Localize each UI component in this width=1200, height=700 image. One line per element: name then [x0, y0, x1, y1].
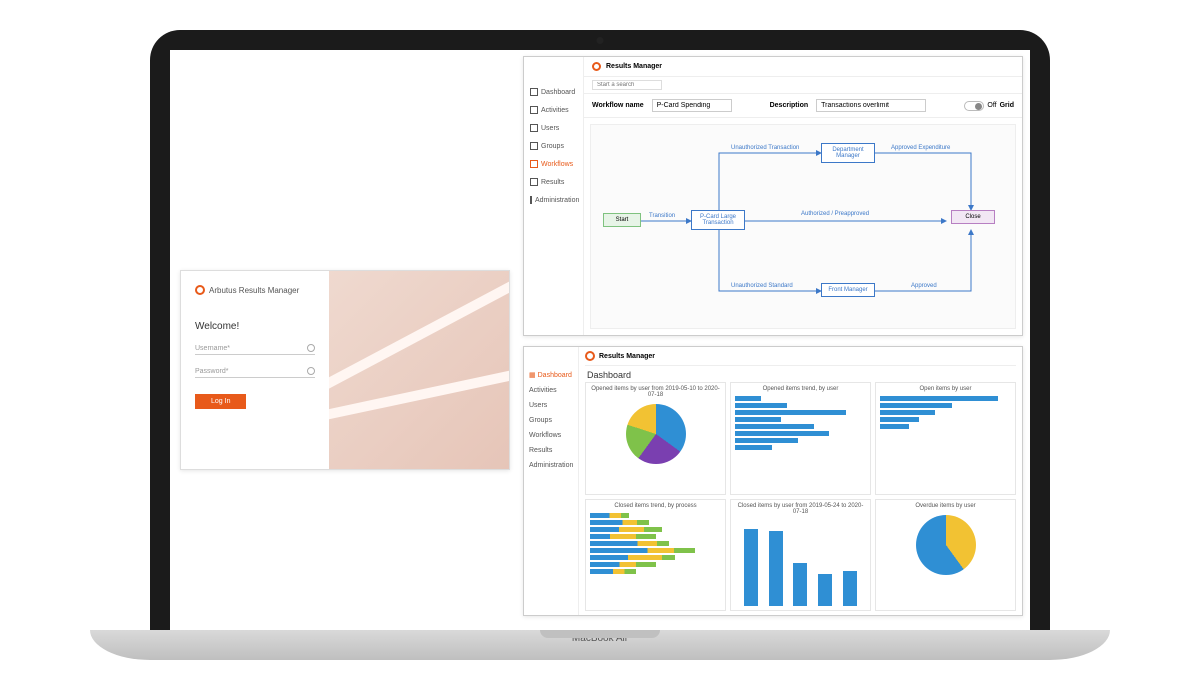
- username-field[interactable]: Username*: [195, 342, 315, 355]
- screen: Arbutus Results Manager Welcome! Usernam…: [170, 50, 1030, 630]
- login-illustration: [329, 271, 509, 469]
- dashboard-header: Results Manager: [585, 351, 1016, 366]
- pie-chart-icon: [626, 404, 686, 464]
- login-button[interactable]: Log In: [195, 394, 246, 409]
- workflows-icon: [530, 160, 538, 168]
- app-title: Results Manager: [606, 63, 662, 70]
- pie-chart-icon: [916, 515, 976, 575]
- trackpad-notch-icon: [540, 630, 660, 638]
- vbar-chart: [735, 517, 866, 609]
- toggle-icon: [964, 101, 984, 111]
- sidebar-item-dashboard[interactable]: Dashboard: [528, 83, 579, 101]
- laptop-frame: Arbutus Results Manager Welcome! Usernam…: [150, 30, 1050, 630]
- node-dept-manager[interactable]: Department Manager: [821, 143, 875, 163]
- wf-desc-label: Description: [770, 102, 809, 109]
- db-sidebar-administration[interactable]: Administration: [527, 458, 575, 473]
- hbar-chart: [735, 394, 866, 492]
- db-sidebar-activities[interactable]: Activities: [527, 383, 575, 398]
- workflow-edges: [591, 125, 1015, 328]
- camera-icon: [597, 37, 604, 44]
- groups-icon: [530, 142, 538, 150]
- brand-icon: [195, 285, 205, 295]
- sidebar-item-users[interactable]: Users: [528, 119, 579, 137]
- laptop-base: MacBook Air: [90, 630, 1110, 660]
- grid-toggle[interactable]: Off Grid: [964, 101, 1014, 111]
- db-sidebar-dashboard[interactable]: ▦Dashboard: [527, 367, 575, 383]
- login-brand: Arbutus Results Manager: [195, 285, 315, 295]
- activities-icon: [530, 106, 538, 114]
- login-window: Arbutus Results Manager Welcome! Usernam…: [180, 270, 510, 470]
- stacked-hbar-chart: [590, 511, 721, 609]
- edge-unauth2: Unauthorized Standard: [731, 283, 793, 289]
- tile-opened-trend[interactable]: Opened items trend, by user: [730, 382, 871, 495]
- edge-auth-pre: Authorized / Preapproved: [801, 211, 869, 217]
- sidebar-item-administration[interactable]: Administration: [528, 191, 579, 209]
- edge-transition: Transition: [649, 213, 675, 219]
- tile-closed-trend[interactable]: Closed items trend, by process: [585, 499, 726, 612]
- node-start[interactable]: Start: [603, 213, 641, 227]
- welcome-heading: Welcome!: [195, 321, 315, 332]
- tile-opened-by-user-pie[interactable]: Opened items by user from 2019-05-10 to …: [585, 382, 726, 495]
- dashboard-icon: [530, 88, 538, 96]
- dashboard-sidebar: ▦Dashboard Activities Users Groups Workf…: [524, 347, 579, 615]
- db-sidebar-groups[interactable]: Groups: [527, 413, 575, 428]
- brand-icon: [585, 351, 595, 361]
- password-field[interactable]: Password*: [195, 365, 315, 378]
- workflow-toolbar: Workflow name Description Off Grid: [584, 94, 1022, 118]
- users-icon: [530, 124, 538, 132]
- sidebar-item-groups[interactable]: Groups: [528, 137, 579, 155]
- brand-text: Arbutus Results Manager: [209, 286, 299, 295]
- username-label: Username*: [195, 345, 230, 352]
- search-input[interactable]: [592, 80, 662, 90]
- sidebar-item-activities[interactable]: Activities: [528, 101, 579, 119]
- tile-overdue-by-user[interactable]: Overdue items by user: [875, 499, 1016, 612]
- workflow-canvas[interactable]: Start P-Card Large Transaction Departmen…: [590, 124, 1016, 329]
- workflow-window: Dashboard Activities Users Groups Workfl…: [523, 56, 1023, 336]
- sidebar-item-workflows[interactable]: Workflows: [528, 155, 579, 173]
- db-sidebar-users[interactable]: Users: [527, 398, 575, 413]
- node-front-manager[interactable]: Front Manager: [821, 283, 875, 297]
- app-title: Results Manager: [599, 353, 655, 360]
- wf-name-label: Workflow name: [592, 102, 644, 109]
- workflow-header: Results Manager: [584, 57, 1022, 77]
- user-icon: [307, 344, 315, 352]
- tile-closed-by-user[interactable]: Closed items by user from 2019-05-24 to …: [730, 499, 871, 612]
- hbar-chart: [880, 394, 1011, 492]
- edge-approved: Approved: [911, 283, 937, 289]
- dashboard-grid: Opened items by user from 2019-05-10 to …: [585, 382, 1016, 611]
- password-label: Password*: [195, 368, 228, 375]
- results-icon: [530, 178, 538, 186]
- wf-desc-input[interactable]: [816, 99, 926, 112]
- db-sidebar-results[interactable]: Results: [527, 443, 575, 458]
- db-sidebar-workflows[interactable]: Workflows: [527, 428, 575, 443]
- workflow-sidebar: Dashboard Activities Users Groups Workfl…: [524, 57, 584, 335]
- lock-icon: [307, 367, 315, 375]
- tile-open-by-user[interactable]: Open items by user: [875, 382, 1016, 495]
- edge-approved-exp: Approved Expenditure: [891, 145, 950, 151]
- wf-name-input[interactable]: [652, 99, 732, 112]
- dashboard-icon: ▦: [529, 371, 536, 379]
- edge-unauth: Unauthorized Transaction: [731, 145, 799, 151]
- brand-icon: [592, 62, 601, 71]
- dashboard-window: ▦Dashboard Activities Users Groups Workf…: [523, 346, 1023, 616]
- node-close[interactable]: Close: [951, 210, 995, 224]
- sidebar-item-results[interactable]: Results: [528, 173, 579, 191]
- administration-icon: [530, 196, 532, 204]
- node-pcard[interactable]: P-Card Large Transaction: [691, 210, 745, 230]
- page-title: Dashboard: [585, 366, 1016, 382]
